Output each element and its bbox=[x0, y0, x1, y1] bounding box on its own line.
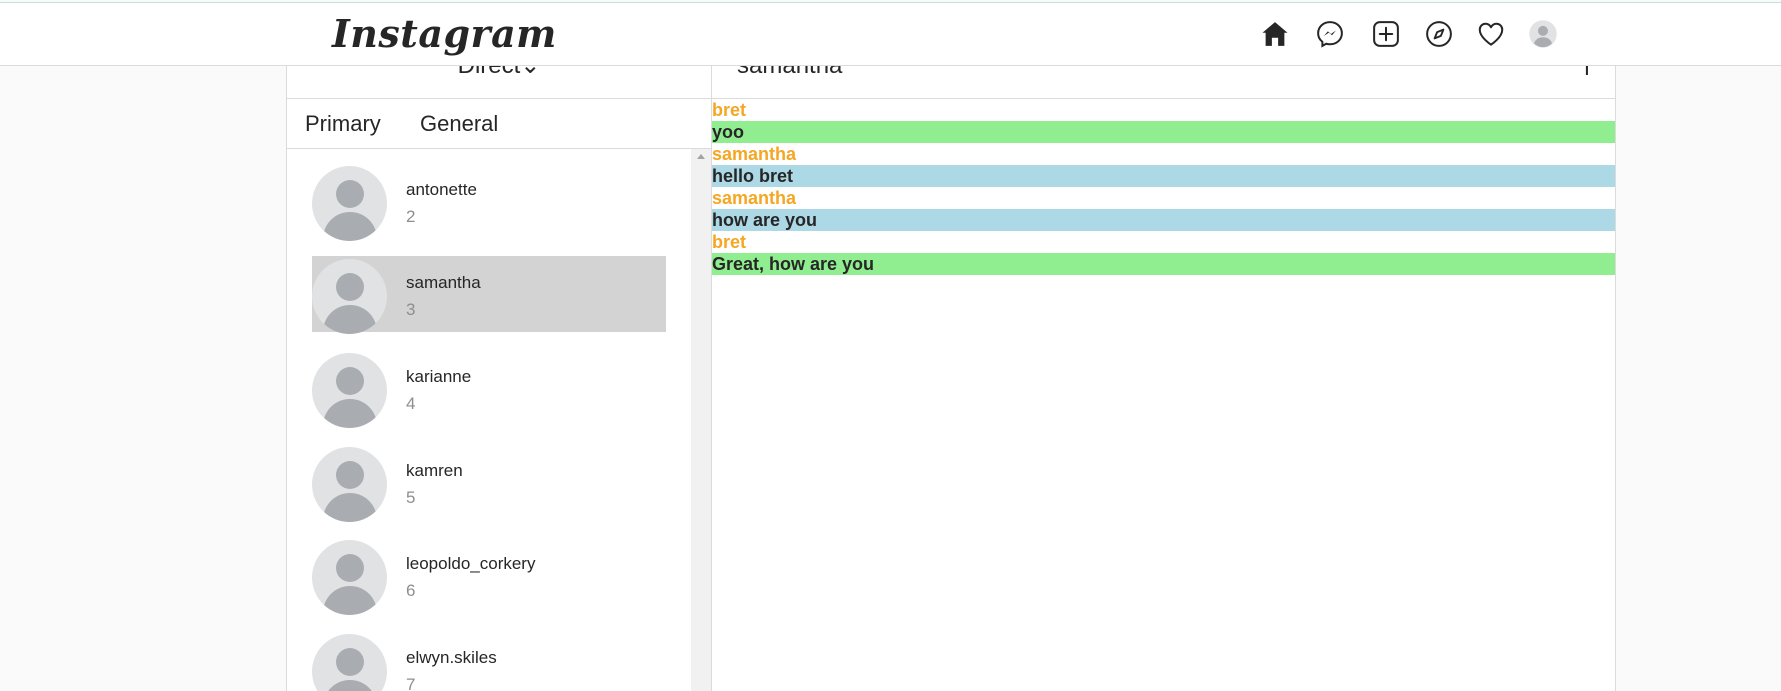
explore-icon[interactable] bbox=[1422, 17, 1456, 51]
messenger-icon[interactable] bbox=[1313, 17, 1347, 51]
conversation-name: samantha bbox=[406, 273, 481, 292]
new-post-icon[interactable] bbox=[1369, 17, 1403, 51]
avatar bbox=[312, 634, 387, 691]
profile-avatar-icon[interactable] bbox=[1526, 17, 1560, 51]
conversation-name: elwyn.skiles bbox=[406, 648, 497, 667]
chat-header: samantha I bbox=[712, 52, 1615, 99]
top-navbar: Instagram bbox=[0, 3, 1781, 66]
conversation-subtitle: 7 bbox=[406, 675, 416, 691]
inbox-tabs: Primary General bbox=[287, 99, 711, 149]
conversation-list-scrollbar[interactable] bbox=[691, 149, 711, 691]
avatar bbox=[312, 353, 387, 428]
conversation-name: antonette bbox=[406, 180, 477, 199]
tab-general[interactable]: General bbox=[420, 111, 498, 137]
message-thread: bret yoo samantha hello bret samantha ho… bbox=[712, 99, 1615, 275]
activity-heart-icon[interactable] bbox=[1474, 17, 1508, 51]
conversation-subtitle: 3 bbox=[406, 300, 416, 319]
conversation-item[interactable]: kamren 5 bbox=[312, 444, 666, 522]
conversation-name: karianne bbox=[406, 367, 472, 386]
message-sender: samantha bbox=[712, 144, 797, 164]
message-text: how are you bbox=[712, 209, 1615, 231]
message-sender: bret bbox=[712, 100, 747, 120]
conversation-item[interactable]: leopoldo_corkery 6 bbox=[312, 537, 666, 615]
inbox-panel: Direct⌄ Primary General antonette 2 sama… bbox=[287, 52, 712, 691]
conversation-item[interactable]: elwyn.skiles 7 bbox=[312, 631, 666, 691]
conversation-subtitle: 2 bbox=[406, 207, 416, 226]
conversation-name: kamren bbox=[406, 461, 463, 480]
avatar bbox=[312, 540, 387, 615]
scroll-up-arrow-icon[interactable] bbox=[697, 154, 705, 159]
conversation-list: antonette 2 samantha 3 karianne 4 kamren… bbox=[287, 149, 691, 691]
avatar bbox=[312, 447, 387, 522]
message-sender: bret bbox=[712, 232, 747, 252]
conversation-item[interactable]: karianne 4 bbox=[312, 350, 666, 428]
conversation-name: leopoldo_corkery bbox=[406, 554, 536, 573]
message-text: yoo bbox=[712, 121, 1615, 143]
conversation-item[interactable]: antonette 2 bbox=[312, 163, 666, 241]
message-text: hello bret bbox=[712, 165, 1615, 187]
instagram-logo[interactable]: Instagram bbox=[332, 11, 557, 56]
home-icon[interactable] bbox=[1258, 17, 1292, 51]
message-text: Great, how are you bbox=[712, 253, 1615, 275]
chat-panel: samantha I bret yoo samantha hello bret … bbox=[712, 52, 1615, 691]
avatar bbox=[312, 259, 387, 334]
inbox-header: Direct⌄ bbox=[287, 52, 711, 99]
tab-primary[interactable]: Primary bbox=[305, 111, 381, 137]
message-sender: samantha bbox=[712, 188, 797, 208]
avatar bbox=[312, 166, 387, 241]
direct-container: Direct⌄ Primary General antonette 2 sama… bbox=[286, 52, 1616, 691]
conversation-subtitle: 5 bbox=[406, 488, 416, 507]
conversation-subtitle: 6 bbox=[406, 581, 416, 600]
conversation-item-selected[interactable]: samantha 3 bbox=[312, 256, 666, 334]
conversation-subtitle: 4 bbox=[406, 394, 416, 413]
